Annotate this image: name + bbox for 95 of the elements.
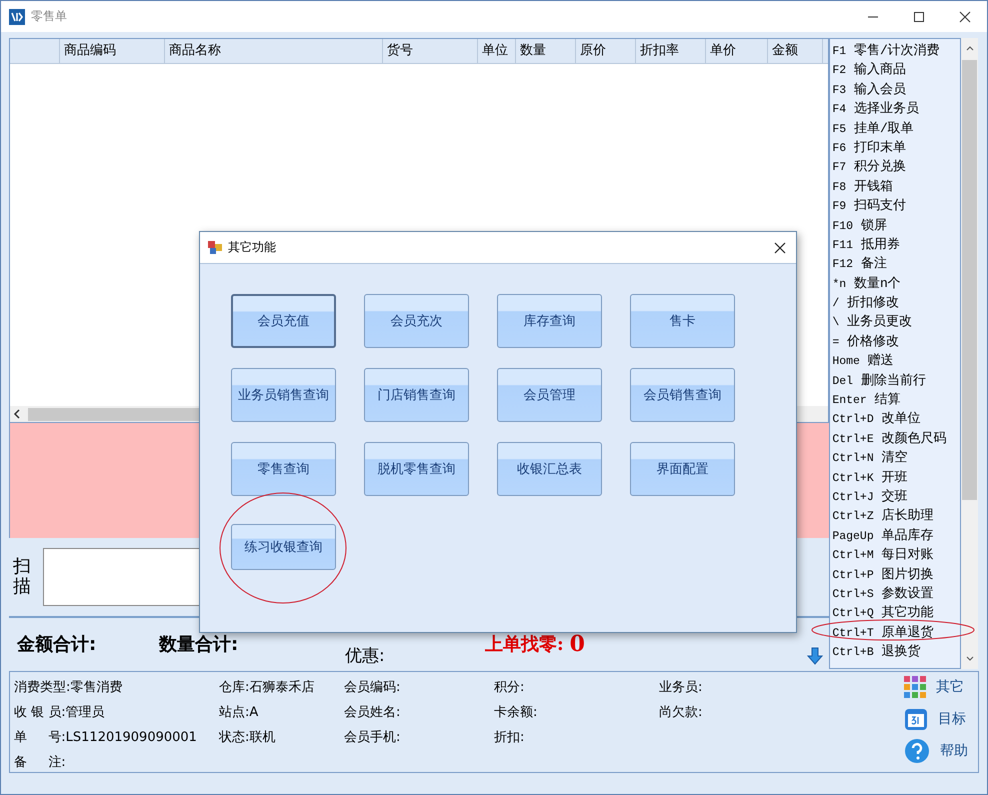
shortcut-item[interactable]: Ctrl+N 清空 — [832, 448, 960, 468]
shortcut-item[interactable]: Enter 结算 — [832, 390, 960, 410]
field-value: 零售消费 — [70, 680, 122, 694]
field-label: 会员手机: — [344, 730, 400, 744]
quantity-total-label: 数量合计: — [159, 632, 240, 656]
shortcut-item[interactable]: Ctrl+P 图片切换 — [832, 564, 960, 584]
function-button[interactable]: 会员管理 — [497, 368, 602, 422]
field-label: 尚欠款: — [659, 704, 702, 720]
field-label: 仓库: — [219, 680, 250, 694]
shortcut-item[interactable]: / 折扣修改 — [832, 293, 960, 312]
close-icon[interactable] — [774, 242, 786, 254]
column-header[interactable]: 金额 — [768, 39, 823, 63]
shortcut-item[interactable]: F7 积分兑换 — [832, 157, 960, 177]
discount-label: 优惠: — [345, 646, 386, 667]
shortcut-item[interactable]: Ctrl+B 退换货 — [832, 642, 960, 662]
function-button[interactable]: 售卡 — [630, 294, 735, 348]
change-label: 上单找零: — [485, 632, 564, 656]
shortcut-item[interactable]: F1 零售/计次消费 — [832, 41, 960, 60]
column-header[interactable]: 折扣率 — [636, 39, 706, 63]
function-button[interactable]: 会员充次 — [364, 294, 469, 348]
change-value: 0 — [570, 630, 585, 656]
shortcut-item[interactable]: = 价格修改 — [832, 332, 960, 352]
shortcut-item[interactable]: F11 抵用券 — [832, 234, 960, 254]
field-label: 会员编码: — [344, 680, 400, 694]
shortcut-item[interactable]: Ctrl+K 开班 — [832, 468, 960, 487]
amount-total-label: 金额合计: — [17, 632, 98, 656]
function-button[interactable]: 库存查询 — [497, 294, 602, 348]
field-label: 单 号: — [14, 730, 66, 744]
dialog-title: 其它功能 — [228, 239, 276, 256]
app-logo-icon — [9, 8, 25, 24]
shortcut-item[interactable]: F8 开钱箱 — [832, 176, 960, 196]
shortcut-item[interactable]: Ctrl+J 交班 — [832, 486, 960, 506]
help-icon — [904, 738, 930, 764]
shortcut-item[interactable]: Home 赠送 — [832, 351, 960, 371]
column-header[interactable]: 商品编码 — [60, 39, 165, 63]
function-button[interactable]: 界面配置 — [630, 442, 735, 496]
field-value: LS11201909090001 — [66, 730, 197, 744]
field-value: 联机 — [249, 730, 276, 744]
window-title: 零售单 — [31, 8, 67, 25]
shortcut-item[interactable]: F6 打印末单 — [832, 138, 960, 158]
field-label: 积分: — [494, 680, 524, 694]
shortcut-item[interactable]: F9 扫码支付 — [832, 196, 960, 216]
shortcut-item[interactable]: Ctrl+D 改单位 — [832, 409, 960, 429]
down-arrow-icon[interactable] — [807, 647, 824, 665]
side-button[interactable]: 帮助 — [898, 736, 978, 766]
function-button[interactable]: 业务员销售查询 — [231, 368, 336, 422]
shortcut-item[interactable]: Del 删除当前行 — [832, 370, 960, 390]
column-header[interactable]: 单位 — [478, 39, 516, 63]
shortcut-item[interactable]: F4 选择业务员 — [832, 99, 960, 119]
shortcut-item[interactable]: Ctrl+Z 店长助理 — [832, 506, 960, 526]
field-label: 消费类型: — [14, 680, 70, 694]
shortcut-item[interactable]: PageUp 单品库存 — [832, 526, 960, 546]
field-label: 会员姓名: — [344, 704, 400, 720]
function-button[interactable]: 收银汇总表 — [497, 442, 602, 496]
shortcut-item[interactable]: *n 数量n个 — [832, 274, 960, 294]
function-button[interactable]: 零售查询 — [231, 442, 336, 496]
field-value: 石狮泰禾店 — [249, 680, 314, 694]
scrollbar-thumb[interactable] — [962, 60, 978, 500]
function-button[interactable]: 会员充值 — [231, 294, 336, 348]
function-button[interactable]: 会员销售查询 — [630, 368, 735, 422]
column-header[interactable]: 商品名称 — [165, 39, 383, 63]
scan-label: 扫描 — [13, 557, 31, 597]
field-label: 备 注: — [14, 754, 66, 770]
column-header[interactable]: 数量 — [516, 39, 576, 63]
tiles-icon — [904, 676, 926, 698]
field-label: 业务员: — [659, 680, 702, 694]
shortcut-item[interactable]: F3 输入会员 — [832, 80, 960, 100]
shortcut-item[interactable]: F2 输入商品 — [832, 60, 960, 80]
field-label: 站点: — [219, 704, 250, 720]
field-label: 折扣: — [494, 730, 524, 744]
field-value: A — [249, 704, 258, 720]
shortcut-item[interactable]: F5 挂单/取单 — [832, 118, 960, 138]
field-label: 卡余额: — [494, 704, 538, 720]
side-button[interactable]: 目标 — [898, 704, 978, 734]
function-button[interactable]: 练习收银查询 — [231, 524, 336, 570]
column-header[interactable]: 单价 — [706, 39, 768, 63]
side-button[interactable]: 其它 — [898, 672, 978, 702]
shortcut-item[interactable]: Ctrl+E 改颜色尺码 — [832, 428, 960, 448]
shortcut-item[interactable]: \ 业务员更改 — [832, 312, 960, 332]
shortcut-item[interactable]: F10 锁屏 — [832, 216, 960, 235]
function-button[interactable]: 脱机零售查询 — [364, 442, 469, 496]
column-header[interactable]: 货号 — [383, 39, 478, 63]
shortcut-item[interactable]: Ctrl+M 每日对账 — [832, 545, 960, 565]
shortcut-item[interactable]: Ctrl+S 参数设置 — [832, 584, 960, 604]
function-button[interactable]: 门店销售查询 — [364, 368, 469, 422]
maximize-icon[interactable] — [913, 10, 925, 22]
field-label: 状态: — [219, 730, 250, 744]
shortcut-item[interactable]: Ctrl+Q 其它功能 — [832, 603, 960, 623]
app-window-icon — [208, 240, 222, 254]
column-header[interactable]: 原价 — [576, 39, 636, 63]
shortcut-item[interactable]: F12 备注 — [832, 254, 960, 274]
field-label: 收 银 员: — [14, 704, 66, 720]
calendar-icon — [904, 707, 928, 731]
field-value: 管理员 — [66, 704, 105, 720]
close-icon[interactable] — [959, 10, 971, 22]
